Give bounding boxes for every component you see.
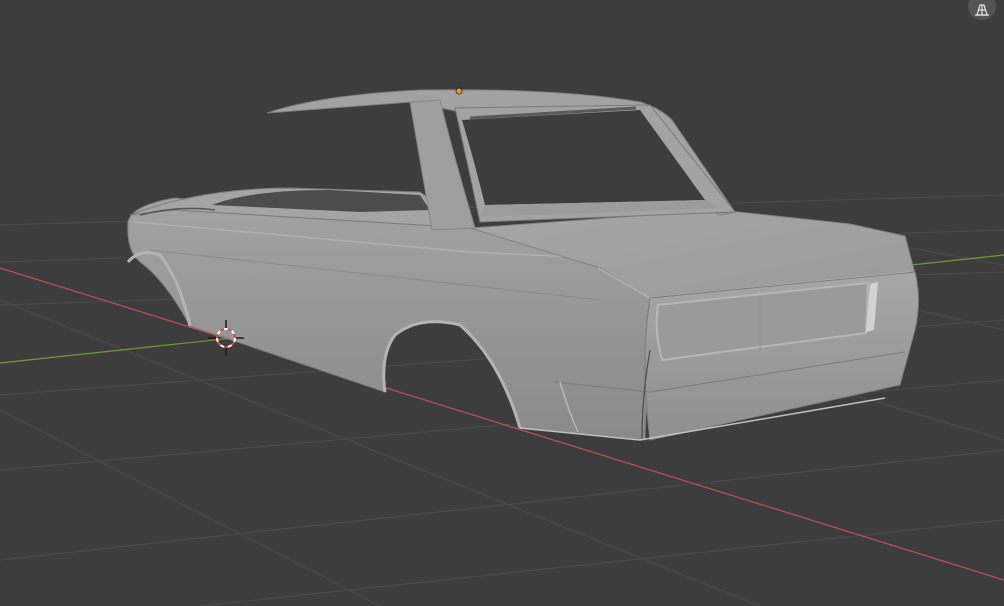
- object-origin-dot[interactable]: [455, 87, 463, 95]
- grid-toggle-icon: [975, 4, 989, 16]
- viewport-scene[interactable]: [0, 0, 1004, 606]
- car-body-mesh[interactable]: [126, 87, 919, 441]
- 3d-viewport[interactable]: [0, 0, 1004, 606]
